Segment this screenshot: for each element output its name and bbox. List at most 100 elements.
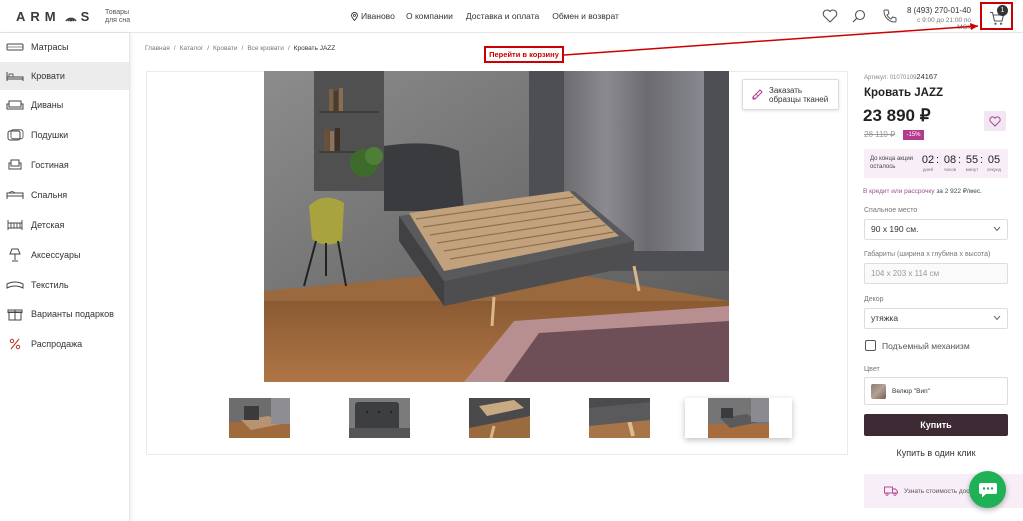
bedroom-icon — [6, 188, 24, 202]
decor-value: утяжка — [871, 313, 899, 323]
sleep-place-select[interactable]: 90 x 190 см. — [864, 219, 1008, 240]
chat-bubble-icon — [978, 482, 997, 497]
sidebar-item-label: Текстиль — [31, 280, 69, 290]
armchair-icon — [6, 158, 24, 172]
lift-mechanism-option[interactable]: Подъемный механизм — [865, 340, 970, 351]
logo-mark-icon — [64, 11, 78, 23]
sidebar-item-label: Диваны — [31, 100, 64, 110]
timer-days-unit: дней — [922, 167, 934, 172]
breadcrumb-catalog[interactable]: Каталог — [180, 45, 204, 52]
chevron-down-icon — [993, 226, 1001, 232]
product-title: Кровать JAZZ — [864, 87, 944, 99]
gallery-thumb[interactable] — [469, 398, 530, 438]
main-product-photo[interactable] — [264, 71, 729, 382]
phone-icon[interactable] — [882, 8, 898, 24]
sidebar-item-kids[interactable]: Детская — [0, 211, 129, 239]
heart-icon — [989, 115, 1001, 127]
sidebar-item-pillows[interactable]: Подушки — [0, 121, 129, 149]
decor-label: Декор — [864, 296, 884, 303]
percent-icon — [6, 337, 24, 351]
logo-text-left: ARM — [16, 9, 61, 24]
gallery-thumb[interactable] — [229, 398, 290, 438]
sidebar-item-sale[interactable]: Распродажа — [0, 330, 129, 358]
sidebar-item-mattresses[interactable]: Матрасы — [0, 33, 129, 61]
gallery-thumb-selected[interactable] — [685, 398, 792, 438]
color-select[interactable]: Велюр "Вип" — [864, 377, 1008, 405]
sleep-place-label: Спальное место — [864, 207, 918, 214]
timer-minutes-unit: минут — [965, 167, 979, 172]
timer-seconds-unit: секунд — [986, 167, 1002, 172]
sofa-icon — [6, 98, 24, 112]
buy-one-click-button[interactable]: Купить в один клик — [864, 448, 1008, 458]
timer-minutes: 55 — [965, 154, 979, 166]
breadcrumb-current: Кровать JAZZ — [293, 45, 336, 52]
sidebar-item-label: Спальня — [31, 190, 68, 200]
product-price: 23 890 ₽ — [863, 106, 931, 125]
buy-button[interactable]: Купить — [864, 414, 1008, 436]
cart-button[interactable]: 1 — [980, 2, 1013, 30]
truck-icon — [884, 486, 898, 496]
sidebar-item-sofas[interactable]: Диваны — [0, 91, 129, 119]
page: ARM S Товары для сна Иваново О компании … — [0, 0, 1023, 521]
color-label: Цвет — [864, 366, 880, 373]
fabric-samples-icon — [752, 89, 763, 100]
tagline-line1: Товары — [105, 9, 130, 16]
bed-icon — [6, 69, 24, 83]
sleep-place-value: 90 x 190 см. — [871, 224, 919, 234]
sidebar-item-textile[interactable]: Текстиль — [0, 271, 129, 299]
sidebar-item-beds[interactable]: Кровати — [0, 62, 129, 90]
lamp-icon — [6, 248, 24, 262]
decor-select[interactable]: утяжка — [864, 308, 1008, 329]
gallery-thumb[interactable] — [589, 398, 650, 438]
sku-code: 24167 — [916, 72, 938, 81]
timer-seconds: 05 — [987, 154, 1001, 166]
sidebar-item-bedroom[interactable]: Спальня — [0, 181, 129, 209]
annotation-label: Перейти в корзину — [484, 46, 564, 63]
color-swatch — [871, 383, 886, 399]
cart-count-badge: 1 — [997, 5, 1008, 16]
sidebar-item-label: Распродажа — [31, 339, 83, 349]
top-nav: О компании Доставка и оплата Обмен и воз… — [406, 11, 619, 21]
sidebar-item-label: Подушки — [31, 130, 69, 140]
chat-button[interactable] — [969, 471, 1006, 508]
phone-number[interactable]: 8 (493) 270-01-40 — [902, 6, 971, 15]
fabric-button-label: Заказать образцы тканей — [769, 85, 829, 104]
sidebar-item-label: Варианты подарков — [31, 309, 114, 319]
lift-mechanism-checkbox[interactable] — [865, 340, 876, 351]
favorites-icon[interactable] — [822, 8, 838, 24]
credit-link[interactable]: В кредит или рассрочку — [863, 188, 935, 195]
city-label: Иваново — [361, 11, 395, 21]
sidebar-item-living-room[interactable]: Гостиная — [0, 151, 129, 179]
logo[interactable]: ARM S — [16, 9, 94, 24]
sidebar-item-label: Кровати — [31, 71, 65, 81]
sidebar-item-accessories[interactable]: Аксессуары — [0, 241, 129, 269]
pillow-icon — [6, 128, 24, 142]
breadcrumb: Главная / Каталог / Кровати / Все кровати / … — [145, 45, 336, 52]
dimensions-field: 104 x 203 x 114 см — [864, 263, 1008, 284]
breadcrumb-beds[interactable]: Кровати — [213, 45, 237, 52]
search-icon[interactable] — [851, 8, 867, 24]
nav-returns[interactable]: Обмен и возврат — [552, 11, 619, 21]
timer-hours: 08 — [943, 154, 957, 166]
header: ARM S Товары для сна Иваново О компании … — [0, 0, 1023, 33]
product-sku: Артикул: 0107010924167 — [864, 72, 938, 81]
timer-hours-unit: часов — [943, 167, 957, 172]
timer-label: До конца акции осталось — [870, 156, 914, 170]
breadcrumb-all-beds[interactable]: Все кровати — [247, 45, 284, 52]
nav-delivery[interactable]: Доставка и оплата — [466, 11, 539, 21]
sidebar-item-gifts[interactable]: Варианты подарков — [0, 300, 129, 328]
lift-mechanism-label: Подъемный механизм — [882, 340, 970, 351]
nav-about[interactable]: О компании — [406, 11, 453, 21]
order-fabric-samples-button[interactable]: Заказать образцы тканей — [742, 79, 839, 110]
breadcrumb-home[interactable]: Главная — [145, 45, 170, 52]
phone-block[interactable]: 8 (493) 270-01-40 с 9:00 до 21:00 по МСК — [902, 6, 971, 31]
city-selector[interactable]: Иваново — [351, 11, 395, 21]
discount-badge: -15% — [903, 130, 924, 140]
gallery-thumb[interactable] — [349, 398, 410, 438]
sidebar-item-label: Аксессуары — [31, 250, 81, 260]
sidebar-item-label: Детская — [31, 220, 65, 230]
add-to-favorites-button[interactable] — [984, 111, 1006, 131]
phone-hours: с 9:00 до 21:00 по МСК — [917, 17, 971, 31]
tagline: Товары для сна — [105, 9, 130, 25]
chevron-down-icon — [993, 315, 1001, 321]
